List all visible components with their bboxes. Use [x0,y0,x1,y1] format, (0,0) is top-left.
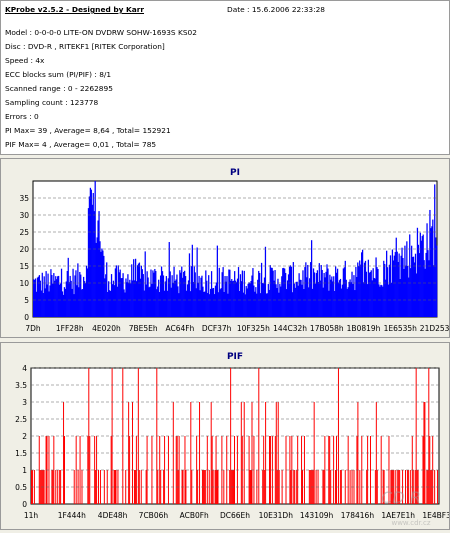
sampling-line: Sampling count : 123778 [5,98,99,107]
x-tick-label: 21D253h [420,324,449,333]
watermark-logo: CD R [381,488,421,507]
x-tick-label: 1F444h [58,511,86,520]
info-panel: KProbe v2.5.2 - Designed by Karr Date : … [0,0,450,155]
chart-title: PIF [227,352,243,362]
x-tick-label: 1B0819h [347,324,381,333]
x-tick-label: AC64Fh [165,324,194,333]
pi-chart-panel: PI 0 5 10 15 20 25 30 35 7Dh 1FF28h 4E020h 7BE5Eh AC6… [0,158,450,338]
x-tick-label: 4DE48h [98,511,128,520]
errors-line: Errors : 0 [5,112,39,121]
y-tick-label: 0.5 [15,483,27,492]
y-tick-label: 3 [22,398,27,407]
pif-chart: PIF 0 0.5 1 1.5 2 2.5 3 3.5 4 11h 1F444h 4DE48h 7CB06… [15,352,450,527]
y-tick-label: 2 [22,432,27,441]
x-tick-label: 4E020h [92,324,121,333]
x-tick-label: 10E31Dh [259,511,294,520]
y-tick-label: 20 [19,245,29,254]
speed-line: Speed : 4x [5,56,45,65]
y-tick-label: 2.5 [15,415,27,424]
x-tick-label: 7CB06h [139,511,169,520]
y-tick-label: 15 [19,262,29,271]
y-tick-label: 25 [19,228,29,237]
disc-line: Disc : DVD-R , RITEKF1 [RITEK Corporatio… [5,42,165,51]
y-tick-label: 3.5 [15,381,27,390]
model-line: Model : 0-0-0-0 LITE-ON DVDRW SOHW-1693S… [5,28,197,37]
x-tick-label: 11h [24,511,39,520]
y-tick-label: 1.5 [15,449,27,458]
y-tick-label: 4 [22,364,27,373]
app-title: KProbe v2.5.2 - Designed by Karr [5,5,145,14]
x-tick-label: ACB0Fh [180,511,209,520]
y-tick-label: 1 [22,466,27,475]
y-tick-label: 0 [22,500,27,509]
pi-bar [436,245,438,317]
x-tick-label: 1FF28h [56,324,84,333]
chart-title: PI [230,168,240,178]
x-tick-label: DC66Eh [220,511,250,520]
x-tick-label: 144C32h [273,324,307,333]
pi-chart: PI 0 5 10 15 20 25 30 35 7Dh 1FF28h 4E020h 7BE5Eh AC6… [19,168,450,333]
range-line: Scanned range : 0 - 2262895 [5,84,113,93]
x-tick-label: 17B058h [310,324,344,333]
y-tick-label: 35 [19,194,29,203]
pi-summary-line: PI Max= 39 , Average= 8,64 , Total= 1529… [5,126,171,135]
scan-date: Date : 15.6.2006 22:33:28 [227,5,326,14]
y-tick-label: 30 [19,211,29,220]
y-tick-label: 5 [24,296,29,305]
x-tick-label: 7BE5Eh [129,324,158,333]
x-tick-label: 143109h [300,511,334,520]
x-tick-label: 178416h [341,511,375,520]
watermark-url: www.cdr.cz [391,519,430,527]
y-tick-label: 0 [24,313,29,322]
x-tick-label: 1E6535h [384,324,418,333]
pif-summary-line: PIF Max= 4 , Average= 0,01 , Total= 785 [5,140,157,149]
x-tick-label: 7Dh [25,324,41,333]
x-tick-label: 10F325h [237,324,270,333]
pif-chart-panel: PIF 0 0.5 1 1.5 2 2.5 3 3.5 4 11h 1F444h 4DE48h 7CB06… [0,342,450,530]
x-tick-label: DCF37h [202,324,232,333]
ecc-line: ECC blocks sum (PI/PIF) : 8/1 [5,70,112,79]
y-tick-label: 10 [19,279,29,288]
